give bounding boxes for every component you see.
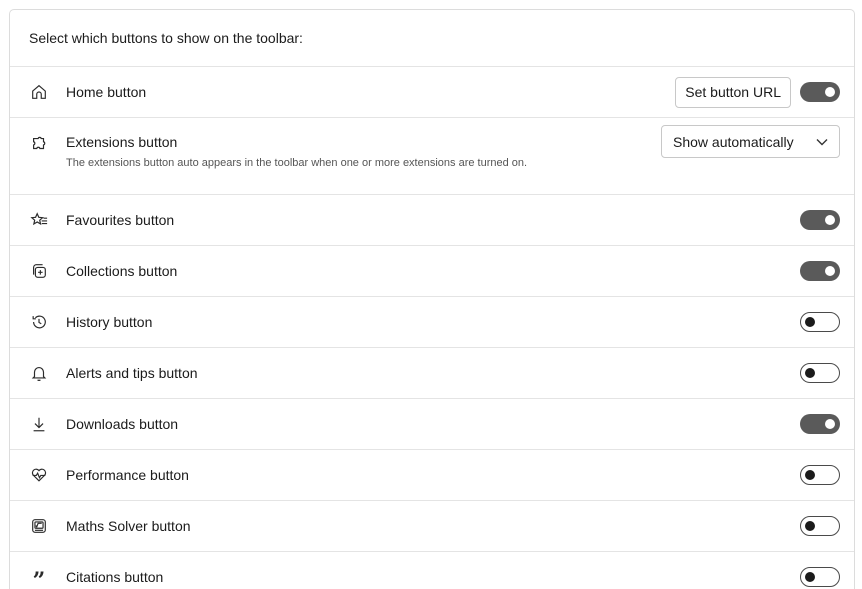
citations-label: Citations button: [66, 569, 164, 585]
row-citations: ” Citations button: [10, 552, 854, 589]
row-favourites: Favourites button: [10, 195, 854, 246]
history-icon: [29, 312, 49, 332]
row-downloads: Downloads button: [10, 399, 854, 450]
panel-title: Select which buttons to show on the tool…: [10, 10, 854, 67]
performance-label: Performance button: [66, 467, 189, 483]
downloads-label: Downloads button: [66, 416, 179, 432]
row-alerts: Alerts and tips button: [10, 348, 854, 399]
alerts-toggle[interactable]: [800, 363, 840, 383]
collections-toggle[interactable]: [800, 261, 840, 281]
performance-toggle[interactable]: [800, 465, 840, 485]
collections-icon: [29, 261, 49, 281]
row-collections: Collections button: [10, 246, 854, 297]
toolbar-settings-panel: Select which buttons to show on the tool…: [9, 9, 855, 589]
favourites-icon: [29, 210, 49, 230]
row-maths-solver: Maths Solver button: [10, 501, 854, 552]
row-performance: Performance button: [10, 450, 854, 501]
history-toggle[interactable]: [800, 312, 840, 332]
chevron-down-icon: [816, 138, 828, 145]
heartbeat-icon: [29, 465, 49, 485]
home-label: Home button: [66, 84, 147, 100]
download-icon: [29, 414, 49, 434]
select-value: Show automatically: [673, 133, 794, 150]
citations-toggle[interactable]: [800, 567, 840, 587]
bell-icon: [29, 363, 49, 383]
math-solver-icon: [29, 516, 49, 536]
maths-solver-toggle[interactable]: [800, 516, 840, 536]
alerts-label: Alerts and tips button: [66, 365, 198, 381]
row-history: History button: [10, 297, 854, 348]
favourites-toggle[interactable]: [800, 210, 840, 230]
maths-solver-label: Maths Solver button: [66, 518, 191, 534]
row-home: Home button Set button URL: [10, 67, 854, 118]
extensions-description: The extensions button auto appears in th…: [66, 157, 528, 169]
puzzle-icon: [29, 134, 49, 154]
downloads-toggle[interactable]: [800, 414, 840, 434]
set-button-url-button[interactable]: Set button URL: [675, 76, 791, 108]
home-icon: [29, 82, 49, 102]
history-label: History button: [66, 314, 153, 330]
row-extensions: Extensions button The extensions button …: [10, 118, 854, 195]
collections-label: Collections button: [66, 263, 178, 279]
home-toggle[interactable]: [800, 82, 840, 102]
extensions-visibility-select[interactable]: Show automatically: [661, 125, 840, 158]
extensions-label: Extensions button: [66, 134, 178, 150]
favourites-label: Favourites button: [66, 212, 175, 228]
quote-icon: ”: [32, 568, 46, 589]
